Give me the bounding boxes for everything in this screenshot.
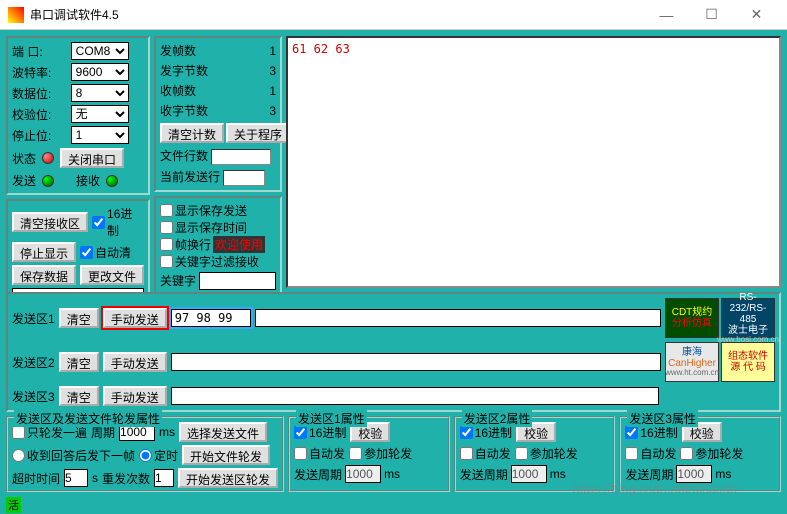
a3-auto-checkbox[interactable]: [625, 447, 638, 460]
send-led-icon: [42, 175, 54, 187]
minimize-button[interactable]: —: [644, 1, 689, 29]
databits-select[interactable]: 8: [71, 84, 129, 102]
select-file-button[interactable]: 选择发送文件: [179, 422, 267, 442]
after-reply-radio[interactable]: [12, 449, 25, 462]
timeout-input[interactable]: [64, 469, 88, 487]
baud-label: 波特率:: [12, 64, 67, 81]
parity-select[interactable]: 无: [71, 105, 129, 123]
tx3-send-button[interactable]: 手动发送: [103, 386, 167, 406]
tx-panel: 发送区1 清空 手动发送 CDT规约分析仿真 RS-232/RS-485波士电子…: [6, 292, 781, 412]
keyword-input[interactable]: [199, 272, 276, 290]
stop-display-button[interactable]: 停止显示: [12, 242, 76, 262]
retry-input[interactable]: [154, 469, 174, 487]
parity-label: 校验位:: [12, 106, 67, 123]
send-label: 发送: [12, 172, 36, 189]
once-checkbox[interactable]: [12, 426, 25, 439]
rxbytes-value: 3: [212, 104, 276, 118]
txbytes-value: 3: [212, 64, 276, 78]
ad-kanghai[interactable]: 康海CanHigherwww.ht.com.cn: [665, 342, 719, 382]
tx1-clear-button[interactable]: 清空: [59, 308, 99, 328]
opts-panel: 显示保存发送 显示保存时间 帧换行 欢迎使用 关键字过滤接收 关键字: [154, 196, 282, 296]
start-area-button[interactable]: 开始发送区轮发: [178, 468, 278, 488]
rx-display[interactable]: 61 62 63: [286, 36, 781, 288]
txfile-group: 发送区及发送文件轮发属性 只轮发一遍 周期 ms 选择发送文件 收到回答后发下一…: [6, 416, 284, 492]
rxframes-label: 收帧数: [160, 82, 208, 99]
tx1-input-ext[interactable]: [255, 309, 661, 327]
baud-select[interactable]: 9600: [71, 63, 129, 81]
tx2-clear-button[interactable]: 清空: [59, 352, 99, 372]
a1-hex-checkbox[interactable]: [294, 426, 307, 439]
recv-led-icon: [106, 175, 118, 187]
hex-checkbox[interactable]: [92, 216, 105, 229]
maximize-button[interactable]: ☐: [689, 1, 734, 29]
a2-auto-checkbox[interactable]: [460, 447, 473, 460]
watermark: https://blog.csdn.net/discode: [572, 481, 737, 496]
rxframes-value: 1: [212, 84, 276, 98]
a1-period-input: [345, 465, 381, 483]
stats-panel: 发帧数1 发字节数3 收帧数1 收字节数3 清空计数 关于程序 文件行数 当前发…: [154, 36, 282, 192]
autoclear-checkbox[interactable]: [80, 246, 93, 259]
rxbytes-label: 收字节数: [160, 102, 208, 119]
welcome-badge: 欢迎使用: [213, 236, 265, 253]
recv-label: 接收: [76, 172, 100, 189]
tx2-send-button[interactable]: 手动发送: [103, 352, 167, 372]
a2-period-input: [511, 465, 547, 483]
tx2-input[interactable]: [171, 353, 661, 371]
window-title: 串口调试软件4.5: [30, 6, 644, 23]
ad-zutai[interactable]: 组态软件源 代 码: [721, 342, 775, 382]
area1-attr: 发送区1属性 16进制 校验 自动发 参加轮发 发送周期 ms: [288, 416, 450, 492]
a3-hex-checkbox[interactable]: [625, 426, 638, 439]
tx1-label: 发送区1: [12, 310, 55, 327]
filelines-value: [211, 149, 271, 165]
keyword-label: 关键字: [160, 272, 196, 289]
tx3-clear-button[interactable]: 清空: [59, 386, 99, 406]
state-label: 状态: [12, 150, 36, 167]
port-select[interactable]: COM8: [71, 42, 129, 60]
cursend-label: 当前发送行: [160, 170, 220, 184]
change-file-button[interactable]: 更改文件: [80, 265, 144, 285]
timed-radio[interactable]: [139, 449, 152, 462]
tx1-input[interactable]: [171, 309, 251, 327]
tx3-input[interactable]: [171, 387, 659, 405]
tx3-label: 发送区3: [12, 388, 55, 405]
a1-poll-checkbox[interactable]: [349, 447, 362, 460]
about-button[interactable]: 关于程序: [226, 123, 290, 143]
port-label: 端 口:: [12, 43, 67, 60]
filelines-label: 文件行数: [160, 149, 208, 163]
show-save-send-checkbox[interactable]: [160, 204, 173, 217]
databits-label: 数据位:: [12, 85, 67, 102]
txframes-label: 发帧数: [160, 42, 208, 59]
txbytes-label: 发字节数: [160, 62, 208, 79]
status-indicator: 活: [6, 497, 21, 513]
app-icon: [8, 7, 24, 23]
cursend-value: [223, 170, 265, 186]
a1-auto-checkbox[interactable]: [294, 447, 307, 460]
clear-count-button[interactable]: 清空计数: [160, 123, 224, 143]
clear-rx-button[interactable]: 清空接收区: [12, 212, 88, 232]
start-file-button[interactable]: 开始文件轮发: [182, 445, 270, 465]
show-save-time-checkbox[interactable]: [160, 221, 173, 234]
txframes-value: 1: [212, 44, 276, 58]
close-port-button[interactable]: 关闭串口: [60, 148, 124, 168]
save-data-button[interactable]: 保存数据: [12, 265, 76, 285]
a2-hex-checkbox[interactable]: [460, 426, 473, 439]
kw-filter-checkbox[interactable]: [160, 255, 173, 268]
txfile-legend: 发送区及发送文件轮发属性: [14, 410, 162, 427]
tx2-label: 发送区2: [12, 354, 55, 371]
tx1-send-button[interactable]: 手动发送: [103, 308, 167, 328]
stopbits-label: 停止位:: [12, 127, 67, 144]
ad-cdt[interactable]: CDT规约分析仿真: [665, 298, 719, 338]
close-button[interactable]: ✕: [734, 1, 779, 29]
a3-poll-checkbox[interactable]: [680, 447, 693, 460]
titlebar: 串口调试软件4.5 — ☐ ✕: [0, 0, 787, 30]
port-panel: 端 口: COM8 波特率: 9600 数据位: 8 校验位: 无 停止位: 1…: [6, 36, 150, 195]
frame-newline-checkbox[interactable]: [160, 238, 173, 251]
stopbits-select[interactable]: 1: [71, 126, 129, 144]
a2-poll-checkbox[interactable]: [515, 447, 528, 460]
ad-rs[interactable]: RS-232/RS-485波士电子www.bosi.com.cn: [721, 298, 775, 338]
state-led-icon: [42, 152, 54, 164]
